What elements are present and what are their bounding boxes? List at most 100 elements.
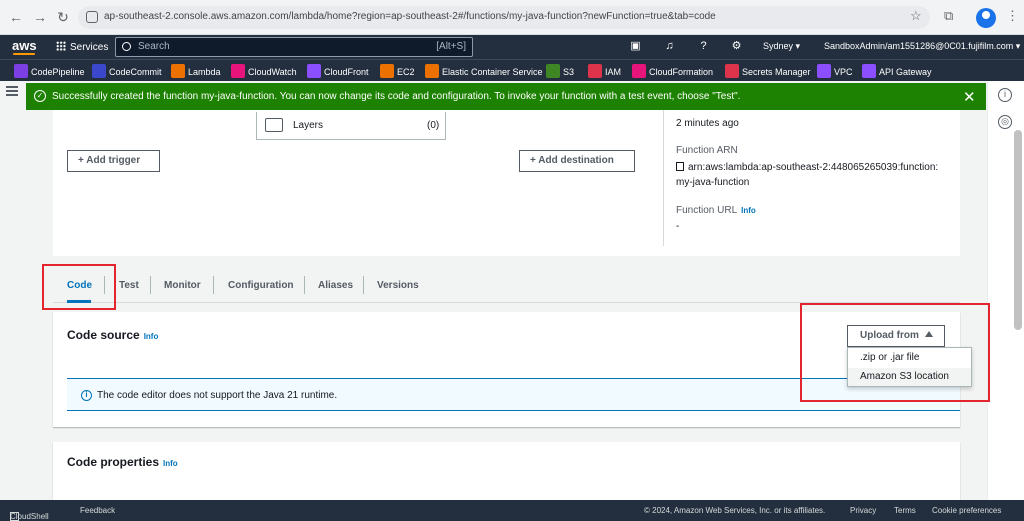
page-scrollbar[interactable] bbox=[1014, 130, 1022, 330]
add-destination-button[interactable]: + Add destination bbox=[519, 150, 635, 172]
api-gateway-icon bbox=[862, 64, 876, 78]
layers-node[interactable]: Layers (0) bbox=[256, 112, 446, 140]
code-properties-title: Code properties Info bbox=[67, 455, 178, 469]
back-icon[interactable]: ← bbox=[8, 9, 24, 25]
fav-ec2[interactable]: EC2 bbox=[380, 64, 415, 78]
aws-logo[interactable]: aws bbox=[12, 38, 37, 55]
success-flash-banner: ✓ Successfully created the function my-j… bbox=[26, 83, 986, 110]
services-menu[interactable]: Services bbox=[56, 41, 108, 53]
search-icon bbox=[122, 42, 131, 51]
add-trigger-button[interactable]: + Add trigger bbox=[67, 150, 160, 172]
ecs-icon bbox=[425, 64, 439, 78]
function-arn-value-cont: my-java-function bbox=[676, 177, 750, 188]
iam-icon bbox=[588, 64, 602, 78]
fav-iam[interactable]: IAM bbox=[588, 64, 621, 78]
codecommit-icon bbox=[92, 64, 106, 78]
code-source-title: Code source Info bbox=[67, 328, 159, 342]
console-footer: CloudShell Feedback © 2024, Amazon Web S… bbox=[0, 500, 1024, 521]
function-url-info-link[interactable]: Info bbox=[741, 206, 756, 215]
secrets-manager-icon bbox=[725, 64, 739, 78]
tab-separator bbox=[150, 276, 151, 294]
grid-icon bbox=[56, 41, 66, 51]
copy-icon[interactable] bbox=[676, 162, 684, 171]
ec2-icon bbox=[380, 64, 394, 78]
tab-versions[interactable]: Versions bbox=[377, 280, 419, 291]
privacy-link[interactable]: Privacy bbox=[850, 506, 876, 515]
fav-api-gateway[interactable]: API Gateway bbox=[862, 64, 932, 78]
highlight-upload-menu bbox=[800, 303, 990, 402]
close-icon[interactable]: ✕ bbox=[963, 88, 976, 106]
info-panel-icon[interactable]: i bbox=[998, 88, 1012, 102]
account-menu[interactable]: SandboxAdmin/am1551286@0C01.fujifilm.com… bbox=[824, 41, 1020, 52]
lambda-icon bbox=[171, 64, 185, 78]
tab-test[interactable]: Test bbox=[119, 280, 139, 291]
fav-codecommit[interactable]: CodeCommit bbox=[92, 64, 162, 78]
function-tabs: Code Test Monitor Configuration Aliases … bbox=[53, 270, 960, 303]
function-arn-label: Function ARN bbox=[676, 145, 738, 156]
help-icon[interactable]: ? bbox=[697, 40, 710, 53]
tab-configuration[interactable]: Configuration bbox=[228, 280, 294, 291]
url-text[interactable]: ap-southeast-2.console.aws.amazon.com/la… bbox=[104, 11, 904, 22]
runtime-alert-text: The code editor does not support the Jav… bbox=[97, 390, 338, 401]
search-shortcut-hint: [Alt+S] bbox=[436, 41, 466, 52]
layers-count: (0) bbox=[427, 120, 440, 131]
extensions-icon[interactable]: ⧉ bbox=[944, 8, 953, 24]
copyright-text: © 2024, Amazon Web Services, Inc. or its… bbox=[644, 506, 826, 515]
browser-menu-icon[interactable]: ⋮ bbox=[1006, 8, 1019, 24]
feedback-link[interactable]: Feedback bbox=[80, 506, 115, 515]
last-modified-value: 2 minutes ago bbox=[676, 118, 739, 129]
search-placeholder: Search bbox=[138, 41, 170, 52]
cloudfront-icon bbox=[307, 64, 321, 78]
tab-monitor[interactable]: Monitor bbox=[164, 280, 201, 291]
layers-label: Layers bbox=[293, 120, 324, 131]
site-settings-icon[interactable] bbox=[86, 11, 98, 23]
tab-separator bbox=[213, 276, 214, 294]
function-overview-panel bbox=[53, 110, 960, 256]
fav-lambda[interactable]: Lambda bbox=[171, 64, 221, 78]
code-source-info-link[interactable]: Info bbox=[144, 332, 159, 341]
tab-aliases[interactable]: Aliases bbox=[318, 280, 353, 291]
highlight-code-tab bbox=[42, 264, 116, 310]
reload-icon[interactable]: ↻ bbox=[55, 9, 71, 25]
tutorials-icon[interactable]: ◎ bbox=[998, 115, 1012, 129]
bookmark-star-icon[interactable]: ☆ bbox=[910, 8, 922, 24]
side-nav-menu-icon[interactable] bbox=[6, 86, 18, 96]
success-message: Successfully created the function my-jav… bbox=[52, 91, 741, 102]
cookie-preferences-link[interactable]: Cookie preferences bbox=[932, 506, 1001, 515]
fav-secrets-manager[interactable]: Secrets Manager bbox=[725, 64, 811, 78]
favorites-bar: CodePipeline CodeCommit Lambda CloudWatc… bbox=[0, 59, 1024, 81]
forward-icon[interactable]: → bbox=[32, 9, 48, 25]
tab-separator bbox=[304, 276, 305, 294]
settings-gear-icon[interactable]: ⚙ bbox=[730, 40, 743, 53]
layers-icon bbox=[265, 118, 283, 132]
notifications-bell-icon[interactable]: ♫ bbox=[663, 40, 676, 53]
function-url-label: Function URL Info bbox=[676, 205, 756, 216]
fav-vpc[interactable]: VPC bbox=[817, 64, 853, 78]
code-properties-info-link[interactable]: Info bbox=[163, 459, 178, 468]
address-bar[interactable]: ap-southeast-2.console.aws.amazon.com/la… bbox=[78, 6, 930, 29]
cloudshell-icon[interactable]: ▣ bbox=[629, 40, 642, 53]
fav-cloudfront[interactable]: CloudFront bbox=[307, 64, 369, 78]
codepipeline-icon bbox=[14, 64, 28, 78]
profile-avatar[interactable] bbox=[976, 8, 996, 28]
cloudwatch-icon bbox=[231, 64, 245, 78]
fav-s3[interactable]: S3 bbox=[546, 64, 574, 78]
region-selector[interactable]: Sydney ▾ bbox=[763, 41, 800, 52]
fav-ecs[interactable]: Elastic Container Service bbox=[425, 64, 543, 78]
aws-top-nav: aws Services Search [Alt+S] ▣ ♫ ? ⚙ Sydn… bbox=[0, 35, 1024, 59]
function-url-value: - bbox=[676, 221, 680, 232]
info-icon: i bbox=[81, 390, 92, 401]
fav-codepipeline[interactable]: CodePipeline bbox=[14, 64, 85, 78]
browser-toolbar: ← → ↻ ap-southeast-2.console.aws.amazon.… bbox=[0, 0, 1024, 35]
s3-icon bbox=[546, 64, 560, 78]
code-properties-panel: Code properties Info bbox=[53, 442, 960, 500]
cloudformation-icon bbox=[632, 64, 646, 78]
tab-separator bbox=[363, 276, 364, 294]
overview-divider bbox=[663, 110, 664, 246]
search-input[interactable]: Search [Alt+S] bbox=[115, 37, 473, 57]
success-check-icon: ✓ bbox=[34, 90, 46, 102]
fav-cloudwatch[interactable]: CloudWatch bbox=[231, 64, 297, 78]
terms-link[interactable]: Terms bbox=[894, 506, 916, 515]
vpc-icon bbox=[817, 64, 831, 78]
fav-cloudformation[interactable]: CloudFormation bbox=[632, 64, 713, 78]
